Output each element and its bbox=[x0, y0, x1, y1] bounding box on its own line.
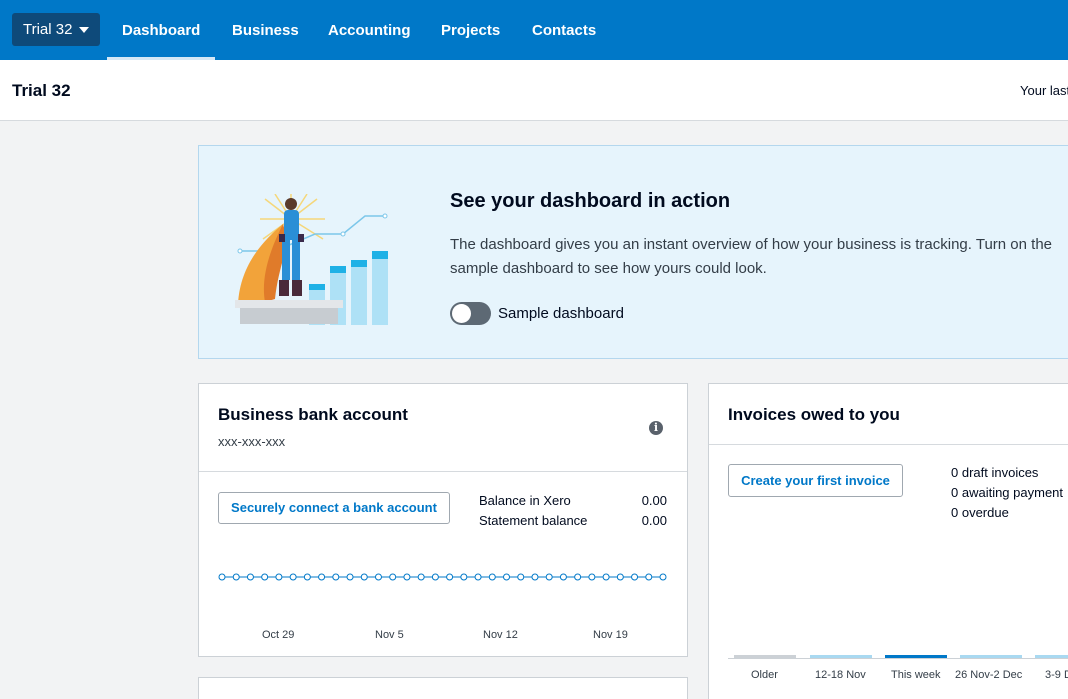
sparkline-point bbox=[446, 573, 454, 581]
sparkline-point bbox=[232, 573, 240, 581]
sparkline-point bbox=[374, 573, 382, 581]
sample-dashboard-toggle-label: Sample dashboard bbox=[498, 305, 624, 322]
sparkline-point bbox=[645, 573, 653, 581]
invoice-bar-label: 12-18 Nov bbox=[815, 669, 866, 681]
nav-projects[interactable]: Projects bbox=[441, 0, 500, 60]
invoice-chart-axis bbox=[728, 658, 1068, 659]
balance-sparkline bbox=[218, 573, 667, 581]
invoices-owed-card: Invoices owed to you Create your first i… bbox=[708, 383, 1068, 699]
last-login-text: Your last bbox=[1020, 83, 1068, 98]
banner-description: The dashboard gives you an instant overv… bbox=[450, 236, 1052, 277]
sparkline-point bbox=[360, 573, 368, 581]
next-card bbox=[198, 677, 688, 699]
x-tick-label: Nov 12 bbox=[483, 629, 518, 641]
sparkline-point bbox=[431, 573, 439, 581]
sparkline-point bbox=[303, 573, 311, 581]
bank-card-title: Business bank account bbox=[218, 405, 408, 424]
sparkline-point bbox=[460, 573, 468, 581]
top-nav: Trial 32 Dashboard Business Accounting P… bbox=[0, 0, 1068, 60]
connect-bank-button[interactable]: Securely connect a bank account bbox=[218, 492, 450, 524]
sparkline-point bbox=[588, 573, 596, 581]
sparkline-point bbox=[559, 573, 567, 581]
invoice-bar-label: Older bbox=[751, 669, 778, 681]
sparkline-point bbox=[403, 573, 411, 581]
x-tick-label: Nov 19 bbox=[593, 629, 628, 641]
nav-accounting[interactable]: Accounting bbox=[328, 0, 411, 60]
org-switcher-button[interactable]: Trial 32 bbox=[12, 13, 101, 46]
sparkline-point bbox=[574, 573, 582, 581]
divider bbox=[709, 444, 1068, 445]
caret-down-icon bbox=[79, 26, 90, 33]
balance-in-xero-value: 0.00 bbox=[641, 493, 667, 508]
sample-dashboard-toggle[interactable] bbox=[450, 302, 491, 325]
banner-title: See your dashboard in action bbox=[450, 190, 731, 212]
bank-account-number: xxx-xxx-xxx bbox=[218, 434, 286, 449]
nav-business[interactable]: Business bbox=[232, 0, 299, 60]
sparkline-point bbox=[261, 573, 269, 581]
sparkline-point bbox=[417, 573, 425, 581]
sparkline-point bbox=[545, 573, 553, 581]
invoice-bar-label: 26 Nov-2 Dec bbox=[955, 669, 1023, 681]
sparkline-point bbox=[517, 573, 525, 581]
sparkline-point bbox=[318, 573, 326, 581]
invoices-card-title: Invoices owed to you bbox=[728, 405, 900, 424]
toggle-knob bbox=[452, 304, 471, 323]
invoice-bar-label: This week bbox=[891, 669, 941, 681]
org-switcher-label: Trial 32 bbox=[23, 21, 73, 38]
sparkline-point bbox=[616, 573, 624, 581]
sparkline-point bbox=[503, 573, 511, 581]
sparkline-point bbox=[659, 573, 667, 581]
create-invoice-button[interactable]: Create your first invoice bbox=[728, 464, 903, 497]
nav-dashboard[interactable]: Dashboard bbox=[106, 0, 216, 60]
nav-contacts[interactable]: Contacts bbox=[532, 0, 596, 60]
awaiting-payment-count: 0 awaiting payment bbox=[951, 485, 1064, 500]
sample-dashboard-banner: See your dashboard in action The dashboa… bbox=[198, 145, 1068, 359]
sparkline-point bbox=[218, 573, 226, 581]
sparkline-point bbox=[289, 573, 297, 581]
page-title: Trial 32 bbox=[12, 81, 71, 100]
info-icon[interactable]: i bbox=[649, 421, 663, 435]
statement-balance-label: Statement balance bbox=[479, 513, 588, 528]
statement-balance-value: 0.00 bbox=[641, 513, 667, 528]
sparkline-point bbox=[246, 573, 254, 581]
sparkline-point bbox=[531, 573, 539, 581]
page-header: Trial 32 Your last bbox=[0, 60, 1068, 121]
x-tick-label: Nov 5 bbox=[375, 629, 404, 641]
sparkline-point bbox=[275, 573, 283, 581]
sparkline-point bbox=[631, 573, 639, 581]
x-tick-label: Oct 29 bbox=[262, 629, 295, 641]
divider bbox=[199, 471, 687, 472]
overdue-count: 0 overdue bbox=[951, 505, 1009, 520]
balance-in-xero-label: Balance in Xero bbox=[479, 493, 571, 508]
sparkline-point bbox=[346, 573, 354, 581]
draft-invoices-count: 0 draft invoices bbox=[951, 465, 1039, 480]
sparkline-point bbox=[488, 573, 496, 581]
bank-account-card: Business bank account xxx-xxx-xxx i Secu… bbox=[198, 383, 688, 657]
sparkline-point bbox=[389, 573, 397, 581]
invoice-bar-label: 3-9 D bbox=[1045, 669, 1068, 681]
sparkline-point bbox=[474, 573, 482, 581]
sparkline-point bbox=[602, 573, 610, 581]
superhero-illustration bbox=[235, 194, 388, 325]
sparkline-point bbox=[332, 573, 340, 581]
